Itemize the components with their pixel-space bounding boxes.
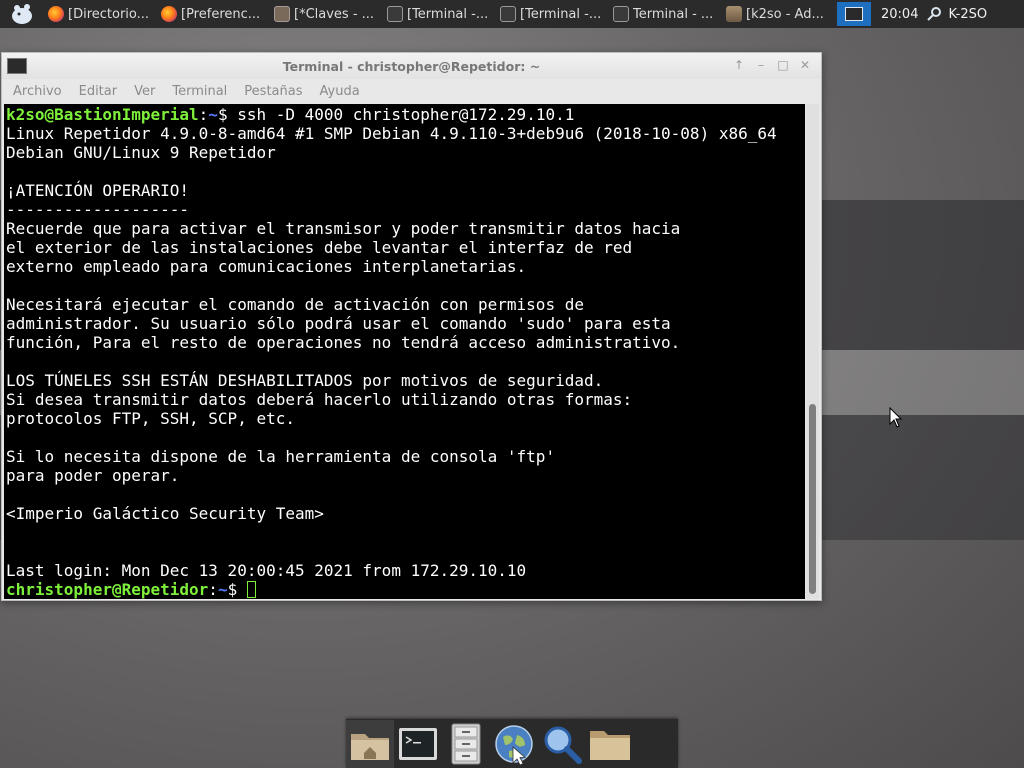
taskbar-item-label: [*Claves - ...	[294, 6, 375, 22]
maximize-button[interactable]: □	[775, 57, 791, 73]
taskbar-item-label: [Directorio...	[68, 6, 150, 22]
scrollbar-thumb[interactable]	[809, 404, 816, 594]
terminal-scrollbar[interactable]	[806, 104, 819, 599]
dock	[346, 719, 678, 768]
taskbar-item-claves[interactable]: [*Claves - ...	[270, 0, 383, 28]
prompt-user: k2so@BastionImperial	[6, 105, 199, 124]
key-icon	[926, 6, 942, 22]
firefox-icon	[161, 6, 177, 22]
dock-file-cabinet[interactable]	[442, 720, 490, 768]
workspace-switcher[interactable]	[837, 2, 871, 26]
folder-icon	[590, 730, 630, 760]
prompt-path: ~	[208, 105, 218, 124]
xfce-mouse-icon	[12, 4, 32, 24]
top-panel: [Directorio... [Preferenc... [*Claves - …	[0, 0, 1024, 28]
taskbar-item-label: Terminal - ...	[633, 6, 714, 22]
taskbar-item-directorio[interactable]: [Directorio...	[44, 0, 157, 28]
whisker-menu-button[interactable]	[0, 0, 44, 28]
taskbar-item-label: [k2so - Ad...	[746, 6, 824, 22]
taskbar-item-terminal-active[interactable]: Terminal - ...	[609, 0, 722, 28]
web-browser-icon	[495, 724, 533, 765]
minimize-button[interactable]: –	[753, 57, 769, 73]
taskbar-item-label: [Terminal -...	[407, 6, 489, 22]
user-menu[interactable]: K-2SO	[926, 6, 987, 22]
ssh-command: $ ssh -D 4000 christopher@172.29.10.1	[217, 105, 575, 124]
search-icon	[544, 726, 582, 764]
prompt-colon: :	[198, 105, 209, 124]
menu-terminal[interactable]: Terminal	[163, 84, 235, 99]
menu-pestanas[interactable]: Pestañas	[235, 84, 310, 99]
firefox-icon	[48, 6, 64, 22]
dock-web-browser[interactable]	[490, 720, 538, 768]
file-cabinet-icon	[451, 723, 481, 764]
mouse-pointer-icon	[889, 407, 903, 428]
menu-ver[interactable]: Ver	[125, 84, 163, 99]
taskbar-item-label: [Preferenc...	[181, 6, 261, 22]
dock-folder[interactable]	[586, 720, 634, 768]
terminal-output[interactable]: k2so@BastionImperial:~$ ssh -D 4000 chri…	[4, 104, 805, 599]
taskbar-item-label: [Terminal -...	[520, 6, 602, 22]
menu-bar: Archivo Editar Ver Terminal Pestañas Ayu…	[2, 79, 821, 103]
window-titlebar[interactable]: Terminal - christopher@Repetidor: ~ ↑ – …	[2, 53, 821, 79]
close-button[interactable]: ✕	[797, 57, 813, 73]
prompt-symbol: $	[227, 580, 247, 599]
taskbar-item-k2so-home[interactable]: [k2so - Ad...	[722, 0, 835, 28]
menu-editar[interactable]: Editar	[70, 84, 126, 99]
home-folder-icon	[351, 733, 389, 760]
workspace-thumbnail	[845, 7, 863, 21]
taskbar-item-terminal-1[interactable]: [Terminal -...	[383, 0, 496, 28]
dock-home-folder[interactable]	[346, 719, 394, 768]
keepass-icon	[274, 6, 290, 22]
terminal-icon	[399, 727, 437, 760]
keep-above-button[interactable]: ↑	[731, 57, 747, 73]
prompt-colon: :	[208, 580, 218, 599]
terminal-icon	[387, 6, 403, 22]
taskbar-item-preferencias[interactable]: [Preferenc...	[157, 0, 270, 28]
prompt-user: christopher@Repetidor	[6, 580, 209, 599]
text-cursor[interactable]	[246, 581, 256, 598]
taskbar-item-terminal-2[interactable]: [Terminal -...	[496, 0, 609, 28]
window-title: Terminal - christopher@Repetidor: ~	[282, 58, 541, 74]
terminal-icon	[613, 6, 629, 22]
username-label: K-2SO	[948, 6, 988, 22]
clock[interactable]: 20:04	[881, 7, 918, 22]
terminal-icon	[500, 6, 516, 22]
menu-ayuda[interactable]: Ayuda	[311, 84, 368, 99]
menu-archivo[interactable]: Archivo	[4, 84, 70, 99]
home-folder-icon	[726, 6, 742, 22]
terminal-window: Terminal - christopher@Repetidor: ~ ↑ – …	[1, 52, 822, 601]
prompt-path: ~	[217, 580, 228, 599]
dock-terminal[interactable]	[394, 720, 442, 768]
motd-text: Linux Repetidor 4.9.0-8-amd64 #1 SMP Deb…	[6, 124, 777, 580]
dock-search[interactable]	[538, 720, 586, 768]
